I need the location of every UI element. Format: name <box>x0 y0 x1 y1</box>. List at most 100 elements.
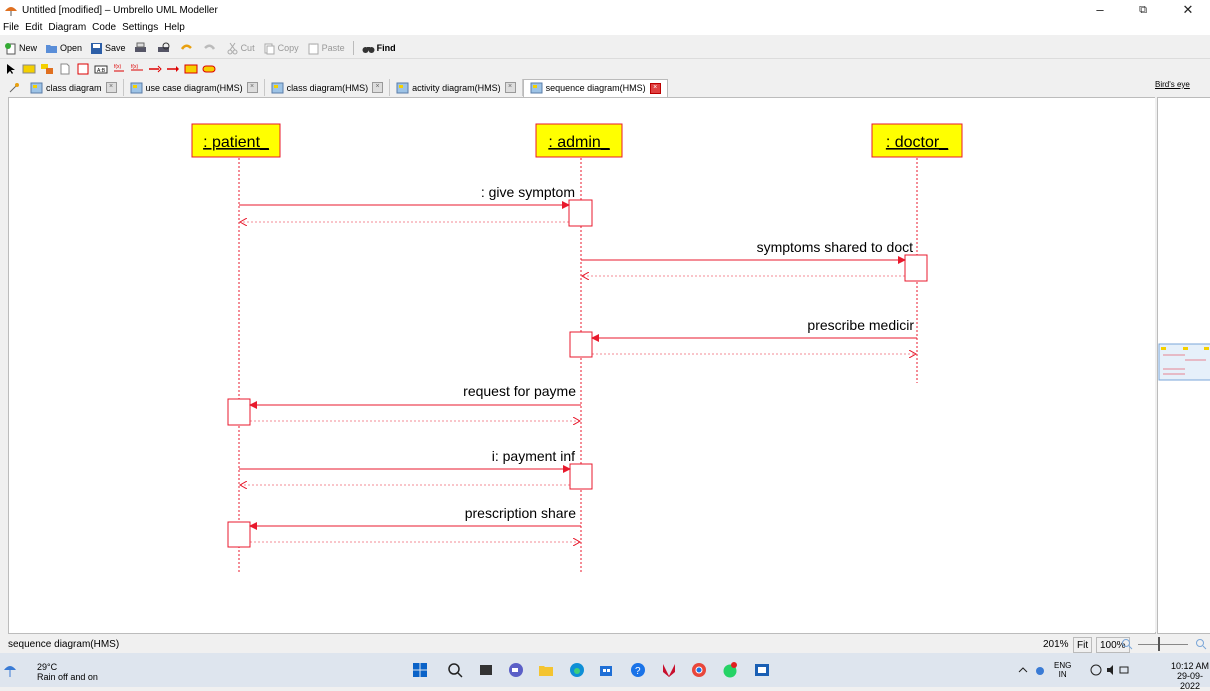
file-explorer-icon[interactable] <box>538 662 554 678</box>
message-label: prescribe medicir <box>807 317 914 333</box>
zoom-out-icon[interactable] <box>1121 638 1133 650</box>
edge-browser-icon[interactable] <box>569 662 585 678</box>
zoom-slider-track[interactable] <box>1138 644 1188 645</box>
close-tab-icon[interactable]: × <box>372 82 384 93</box>
redo-icon <box>203 44 215 50</box>
input-language[interactable]: ENG IN <box>1054 661 1071 679</box>
temperature: 29°C <box>37 662 58 672</box>
activation-box-admin-2[interactable] <box>569 331 593 358</box>
activation-box-doctor-1[interactable] <box>904 254 928 282</box>
tab-sequence-diagram-hms[interactable]: sequence diagram(HMS) × <box>522 78 668 97</box>
svg-text:A:B: A:B <box>97 68 106 74</box>
help-icon[interactable]: ? <box>630 662 646 678</box>
redo-button[interactable] <box>199 39 222 57</box>
text-label-icon[interactable]: A:B <box>94 63 108 75</box>
actor-object-icon[interactable] <box>40 63 54 75</box>
find-button[interactable]: Find <box>358 39 400 57</box>
diagram-canvas[interactable]: : patient_ : admin_ : doctor_ : give sym… <box>8 97 1156 634</box>
weather-rain-icon[interactable] <box>0 660 20 680</box>
umbrello-taskbar-icon[interactable] <box>754 662 770 678</box>
activation-box-patient-1[interactable] <box>227 398 251 426</box>
main-toolbar: New Open Save Cut Copy Paste Find <box>0 38 1210 59</box>
note-icon[interactable] <box>58 63 72 75</box>
mcafee-icon[interactable] <box>661 662 677 678</box>
asynchronous-message-icon[interactable]: f(x) <box>130 63 144 75</box>
object-icon[interactable] <box>22 63 36 75</box>
message-label: symptoms shared to doct <box>757 239 914 255</box>
message-symptoms-shared[interactable]: symptoms shared to doct <box>581 239 913 276</box>
cut-button[interactable]: Cut <box>222 39 259 57</box>
box-icon[interactable] <box>76 63 90 75</box>
tab-class-diagram[interactable]: class diagram × <box>24 79 124 96</box>
tab-class-diagram-hms[interactable]: class diagram(HMS) × <box>265 79 391 96</box>
object-patient[interactable]: : patient_ <box>191 123 281 158</box>
birds-eye-thumbnail <box>1158 343 1210 381</box>
activation-box-admin-3[interactable] <box>569 463 593 490</box>
paste-clipboard-icon <box>308 42 319 54</box>
close-tab-icon[interactable]: × <box>504 82 516 93</box>
new-file-icon <box>5 42 16 54</box>
minimize-button[interactable]: – <box>1080 0 1120 20</box>
windows-taskbar: ? <box>0 653 1210 687</box>
creation-message-icon[interactable] <box>148 63 162 75</box>
maximize-button[interactable]: ⧉ <box>1123 0 1163 20</box>
svg-text:f(x): f(x) <box>114 64 122 70</box>
new-button[interactable]: New <box>0 39 41 57</box>
message-payment-info[interactable]: i: payment inf <box>239 448 575 485</box>
zoom-in-icon[interactable] <box>1195 638 1207 650</box>
tray-icons[interactable] <box>1017 663 1049 677</box>
chrome-icon[interactable] <box>691 662 707 678</box>
whatsapp-icon[interactable] <box>722 662 738 678</box>
close-tab-icon[interactable]: × <box>105 82 117 93</box>
menu-diagram[interactable]: Diagram <box>45 22 89 33</box>
windows-start-icon[interactable] <box>412 662 428 678</box>
menu-code[interactable]: Code <box>89 22 119 33</box>
new-diagram-tab-icon[interactable] <box>8 82 20 94</box>
message-give-symptom[interactable]: : give symptom <box>239 184 575 222</box>
message-prescribe-medicine[interactable]: prescribe medicir <box>591 317 917 354</box>
zoom-level: 201% <box>1043 638 1069 650</box>
close-tab-icon[interactable]: × <box>246 82 258 93</box>
combined-fragment-icon[interactable] <box>184 63 198 75</box>
message-request-for-payment[interactable]: request for payme <box>249 383 581 421</box>
close-tab-icon[interactable]: × <box>649 82 661 94</box>
copy-button[interactable]: Copy <box>259 39 303 57</box>
menu-bar: File Edit Diagram Code Settings Help <box>0 20 1210 35</box>
menu-file[interactable]: File <box>0 22 22 33</box>
menu-settings[interactable]: Settings <box>119 22 161 33</box>
birds-eye-view[interactable] <box>1157 97 1210 634</box>
synchronous-message-icon[interactable]: f(x) <box>112 63 126 75</box>
status-text: sequence diagram(HMS) <box>8 639 120 650</box>
activation-box-patient-2[interactable] <box>227 521 251 548</box>
tab-activity-diagram-hms[interactable]: activity diagram(HMS) × <box>390 79 523 96</box>
save-button[interactable]: Save <box>86 39 130 57</box>
undo-button[interactable] <box>176 39 199 57</box>
lost-message-icon[interactable] <box>166 63 180 75</box>
message-prescription-shared[interactable]: prescription share <box>249 505 581 542</box>
network-volume-battery-icons[interactable] <box>1090 663 1130 677</box>
print-button[interactable] <box>130 39 153 57</box>
select-arrow-icon[interactable] <box>4 63 18 75</box>
activation-box-admin-1[interactable] <box>568 199 593 227</box>
toolbar-separator <box>352 41 354 55</box>
close-button[interactable]: ✕ <box>1168 0 1208 20</box>
zoom-slider-handle[interactable] <box>1158 637 1160 651</box>
menu-help[interactable]: Help <box>161 22 188 33</box>
task-view-icon[interactable] <box>478 662 494 678</box>
object-admin[interactable]: : admin_ <box>535 123 623 158</box>
paste-button[interactable]: Paste <box>303 39 349 57</box>
precondition-icon[interactable] <box>202 63 216 75</box>
object-doctor[interactable]: : doctor_ <box>871 123 963 158</box>
tab-use-case-diagram-hms[interactable]: use case diagram(HMS) × <box>124 79 265 96</box>
menu-edit[interactable]: Edit <box>22 22 45 33</box>
print-preview-button[interactable] <box>153 39 176 57</box>
store-icon[interactable] <box>598 662 614 678</box>
search-icon[interactable] <box>447 662 463 678</box>
title-bar: Untitled [modified] – Umbrello UML Model… <box>0 0 1210 20</box>
open-button[interactable]: Open <box>41 39 86 57</box>
video-call-icon[interactable] <box>508 662 524 678</box>
object-admin-label: : admin_ <box>548 134 610 151</box>
weather-widget[interactable]: 29°C Rain off and on <box>20 662 98 682</box>
svg-text:?: ? <box>635 666 641 677</box>
fit-button[interactable]: Fit <box>1073 637 1093 653</box>
